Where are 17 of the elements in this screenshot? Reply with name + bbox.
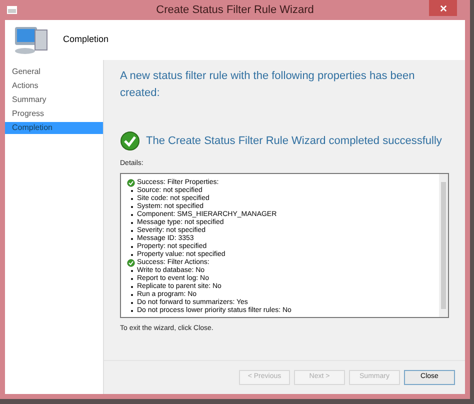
- window-title: Create Status Filter Rule Wizard: [156, 2, 314, 18]
- scrollbar[interactable]: [439, 174, 448, 316]
- sidebar-item[interactable]: Progress: [5, 108, 103, 120]
- success-icon: [127, 258, 135, 266]
- close-button[interactable]: [429, 0, 457, 16]
- page-title: Completion: [63, 33, 109, 46]
- close-icon: [440, 4, 446, 12]
- sidebar-item[interactable]: Actions: [5, 80, 103, 92]
- success-icon: [120, 131, 140, 151]
- window-icon: [7, 6, 17, 14]
- sidebar-item[interactable]: Summary: [5, 94, 103, 106]
- result-heading: A new status filter rule with the following properties has been created:: [120, 69, 416, 100]
- sidebar-item[interactable]: Completion: [5, 122, 103, 134]
- success-message: The Create Status Filter Rule Wizard completed successfully: [146, 134, 442, 149]
- sidebar-item[interactable]: General: [5, 66, 103, 78]
- computer-icon: [13, 24, 49, 56]
- success-icon: [127, 178, 135, 186]
